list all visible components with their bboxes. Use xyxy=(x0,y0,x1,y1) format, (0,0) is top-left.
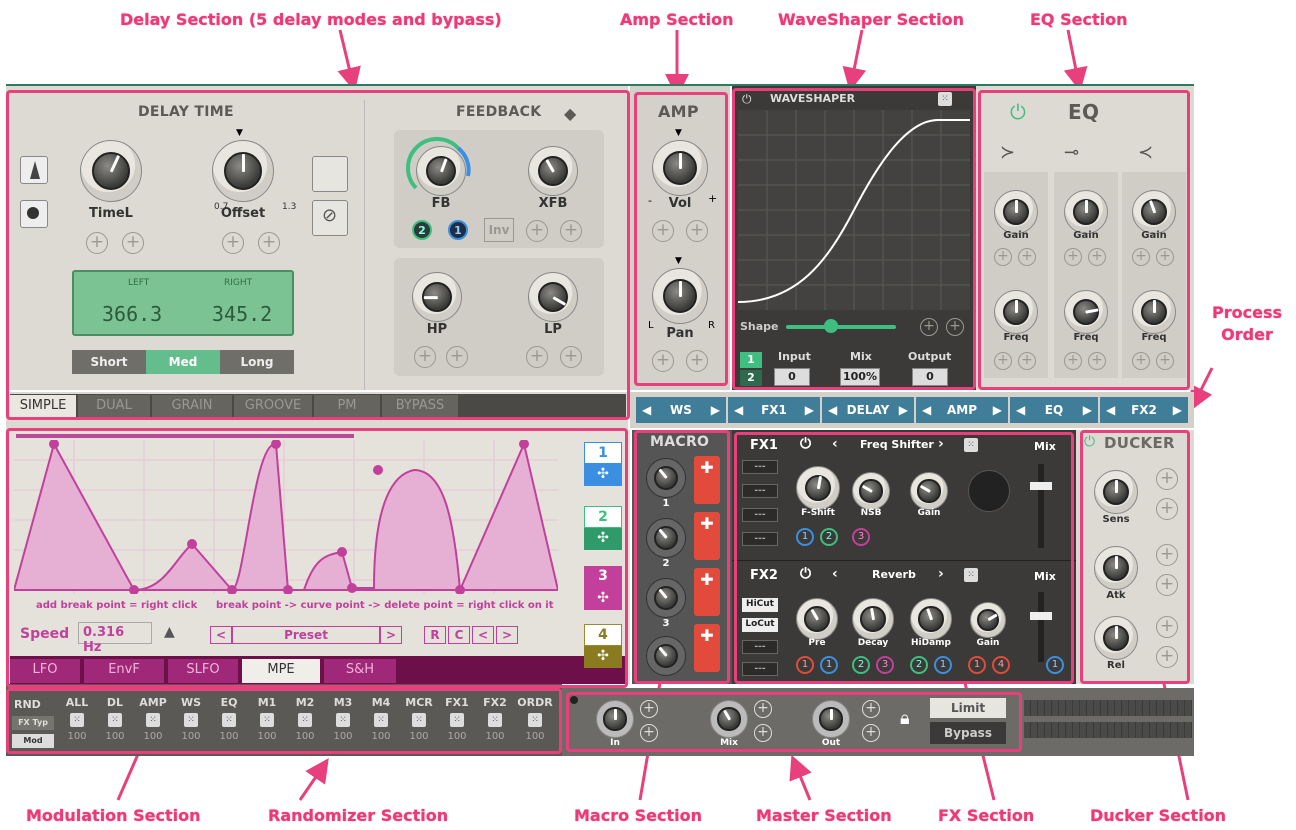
po-delay[interactable]: ◀ DELAY ▶ xyxy=(822,397,914,423)
meter-left xyxy=(1024,700,1192,716)
ducker-highlight xyxy=(1080,430,1190,684)
randomizer-highlight xyxy=(6,688,562,754)
po-fx1[interactable]: ◀ FX1 ▶ xyxy=(728,397,820,423)
po-fx2-label: FX2 xyxy=(1131,403,1157,417)
po-fx1-label: FX1 xyxy=(761,403,787,417)
delay-highlight xyxy=(6,90,630,420)
ws-highlight xyxy=(732,88,976,390)
master-highlight xyxy=(566,692,1022,752)
amp-highlight xyxy=(634,92,728,386)
mod-highlight xyxy=(6,428,628,688)
po-eq-label: EQ xyxy=(1044,403,1064,417)
eq-highlight xyxy=(978,90,1190,390)
po-amp-label: AMP xyxy=(946,403,978,417)
po-amp[interactable]: ◀ AMP ▶ xyxy=(916,397,1008,423)
po-ws[interactable]: ◀ WS ▶ xyxy=(636,397,726,423)
macro-highlight xyxy=(634,430,730,684)
po-eq[interactable]: ◀ EQ ▶ xyxy=(1010,397,1098,423)
meter-right xyxy=(1024,722,1192,738)
po-fx2[interactable]: ◀ FX2 ▶ xyxy=(1100,397,1188,423)
fx-highlight xyxy=(734,432,1074,684)
po-ws-label: WS xyxy=(670,403,692,417)
po-delay-label: DELAY xyxy=(846,403,890,417)
